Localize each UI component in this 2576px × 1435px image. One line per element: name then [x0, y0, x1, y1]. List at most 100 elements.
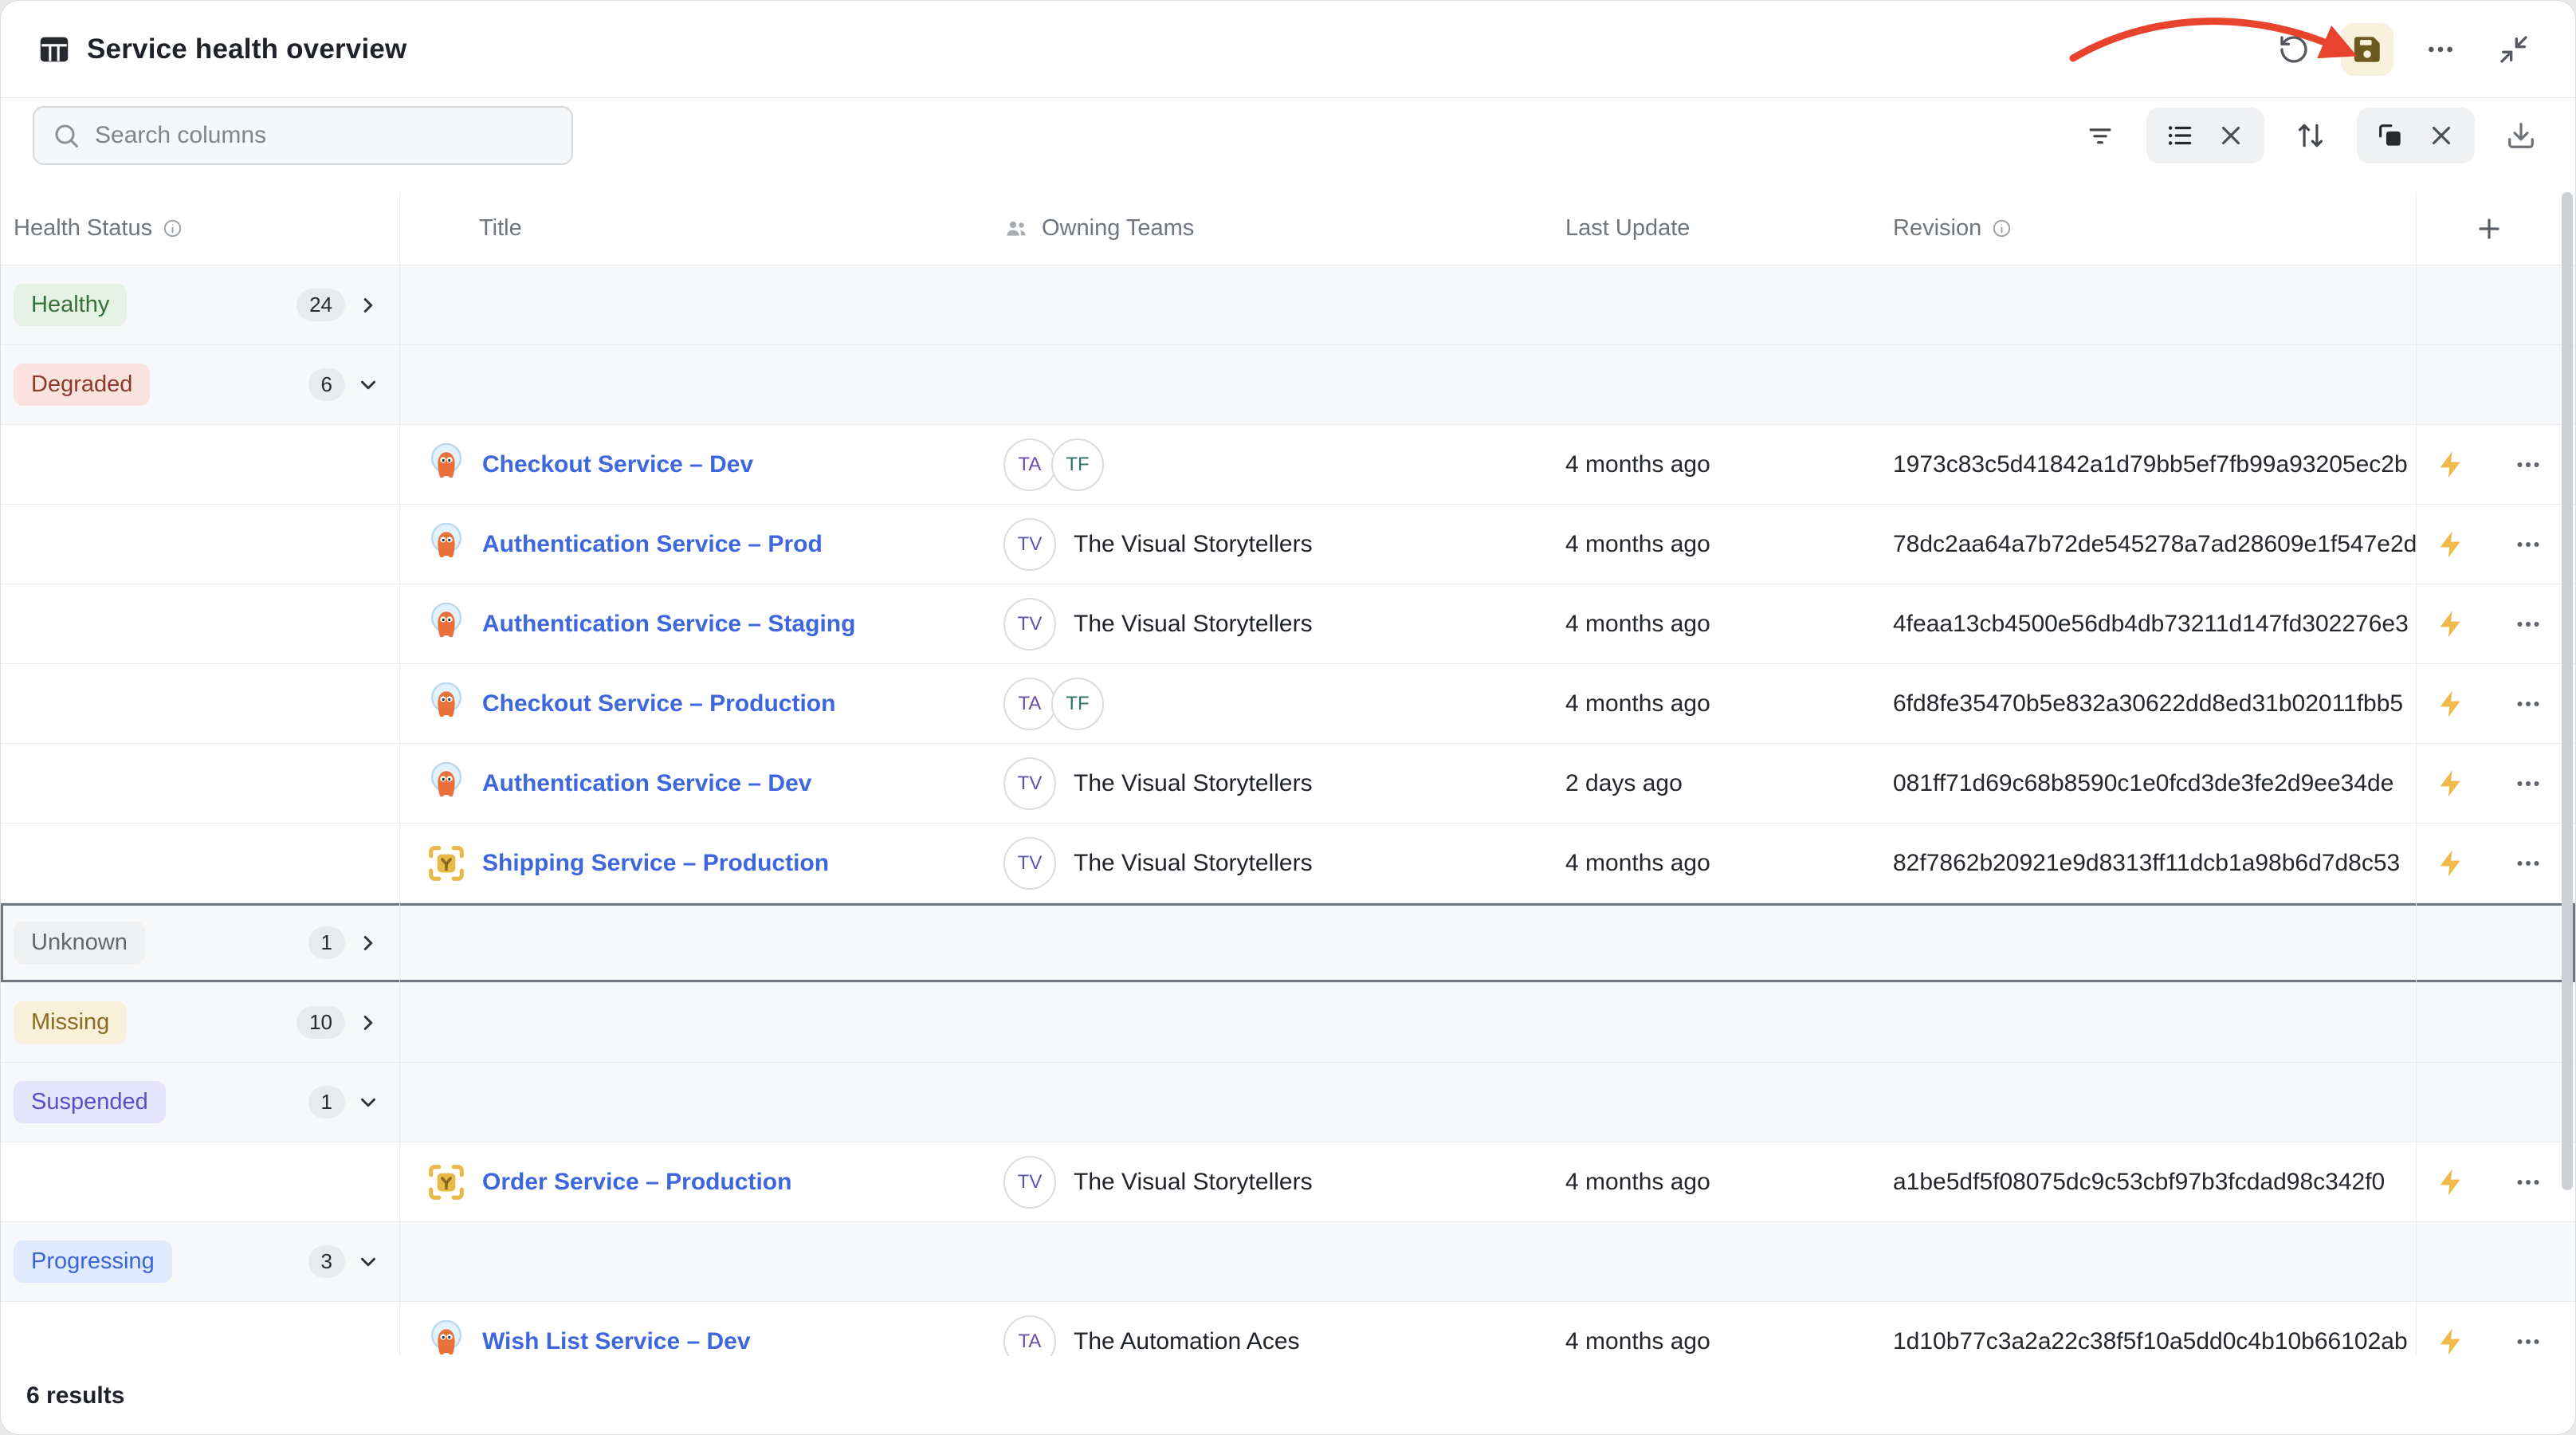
download-button[interactable] — [2499, 113, 2543, 158]
group-row-healthy[interactable]: Healthy 24 — [1, 265, 2575, 345]
row-menu-button[interactable] — [2511, 766, 2546, 801]
run-action-button[interactable] — [2433, 1164, 2469, 1201]
service-title-link[interactable]: Authentication Service – Staging — [482, 611, 855, 638]
group-row-progressing[interactable]: Progressing 3 — [1, 1222, 2575, 1302]
table-widget-icon — [36, 31, 73, 68]
team-avatar[interactable]: TV — [1003, 757, 1056, 810]
group-by-icon — [2375, 120, 2405, 151]
more-horizontal-icon — [2514, 769, 2543, 798]
services-table: Health Status Title Owning Teams Last Up… — [1, 192, 2575, 1356]
team-avatar[interactable]: TF — [1051, 678, 1104, 730]
collapse-button[interactable] — [2488, 23, 2540, 76]
chevron-right-icon[interactable] — [356, 293, 380, 317]
team-avatar[interactable]: TV — [1003, 518, 1056, 571]
row-menu-button[interactable] — [2511, 686, 2546, 721]
team-avatar[interactable]: TA — [1003, 678, 1056, 730]
row-menu-button[interactable] — [2511, 527, 2546, 562]
undo-button[interactable] — [2268, 23, 2320, 76]
service-title-link[interactable]: Order Service – Production — [482, 1169, 791, 1196]
save-button[interactable] — [2341, 23, 2393, 76]
service-title-link[interactable]: Shipping Service – Production — [482, 850, 829, 877]
group-by-button[interactable] — [2368, 113, 2413, 158]
service-title-link[interactable]: Wish List Service – Dev — [482, 1328, 751, 1355]
list-view-button[interactable] — [2158, 113, 2202, 158]
scrollbar-thumb[interactable] — [2562, 192, 2573, 1190]
lightning-icon — [2435, 529, 2467, 560]
team-name: The Visual Storytellers — [1074, 850, 1313, 877]
column-header-title: Title — [423, 192, 522, 265]
add-column-button[interactable] — [2474, 214, 2504, 244]
sort-button[interactable] — [2288, 113, 2333, 158]
view-pill — [2146, 108, 2264, 163]
info-icon[interactable] — [162, 218, 183, 239]
chevron-right-icon[interactable] — [356, 931, 380, 955]
run-action-button[interactable] — [2433, 526, 2469, 563]
service-row: Shipping Service – Production TV The Vis… — [1, 824, 2575, 903]
chevron-down-icon[interactable] — [356, 1091, 380, 1115]
more-options-button[interactable] — [2414, 23, 2467, 76]
column-label: Title — [479, 215, 522, 242]
info-icon[interactable] — [1991, 218, 2012, 239]
team-name: The Visual Storytellers — [1074, 611, 1313, 638]
team-avatar[interactable]: TA — [1003, 1315, 1056, 1357]
service-title-link[interactable]: Checkout Service – Dev — [482, 451, 753, 478]
service-title-link[interactable]: Authentication Service – Dev — [482, 770, 811, 797]
sort-icon — [2295, 120, 2326, 151]
team-name: The Visual Storytellers — [1074, 1169, 1313, 1196]
squid-service-icon — [423, 521, 469, 568]
team-avatar[interactable]: TV — [1003, 598, 1056, 651]
team-avatar[interactable]: TA — [1003, 438, 1056, 491]
clear-list-view-button[interactable] — [2209, 113, 2253, 158]
lightning-icon — [2435, 847, 2467, 879]
last-update-value: 4 months ago — [1565, 1302, 1710, 1356]
row-menu-button[interactable] — [2511, 846, 2546, 881]
avatar-initials: TV — [1018, 773, 1043, 795]
group-row-unknown[interactable]: Unknown 1 — [1, 903, 2575, 983]
revision-value: 081ff71d69c68b8590c1e0fcd3de3fe2d9ee34de — [1893, 744, 2393, 823]
revision-value: 4feaa13cb4500e56db4db73211d147fd302276e3 — [1893, 584, 2409, 663]
revision-value: 78dc2aa64a7b72de545278a7ad28609e1f547e2d — [1893, 505, 2417, 584]
service-row: Order Service – Production TV The Visual… — [1, 1142, 2575, 1222]
page-title: Service health overview — [87, 33, 406, 65]
run-action-button[interactable] — [2433, 765, 2469, 802]
team-avatar[interactable]: TF — [1051, 438, 1104, 491]
service-row: Wish List Service – Dev TA The Automatio… — [1, 1302, 2575, 1356]
service-title-link[interactable]: Authentication Service – Prod — [482, 531, 823, 558]
team-avatar[interactable]: TV — [1003, 837, 1056, 890]
column-divider — [399, 192, 400, 1356]
row-menu-button[interactable] — [2511, 1324, 2546, 1357]
filter-button[interactable] — [2078, 113, 2122, 158]
widget-titlebar: Service health overview — [1, 1, 2575, 98]
chevron-right-icon[interactable] — [356, 1011, 380, 1035]
more-horizontal-icon — [2514, 849, 2543, 878]
vertical-scrollbar[interactable] — [2561, 192, 2574, 1356]
avatar-initials: TF — [1066, 454, 1089, 476]
row-menu-button[interactable] — [2511, 607, 2546, 642]
run-action-button[interactable] — [2433, 1323, 2469, 1357]
run-action-button[interactable] — [2433, 606, 2469, 643]
run-action-button[interactable] — [2433, 446, 2469, 483]
row-menu-button[interactable] — [2511, 447, 2546, 482]
team-avatar[interactable]: TV — [1003, 1156, 1056, 1209]
revision-value: 1973c83c5d41842a1d79bb5ef7fb99a93205ec2b — [1893, 425, 2408, 504]
group-row-degraded[interactable]: Degraded 6 — [1, 345, 2575, 425]
close-icon — [2426, 120, 2456, 151]
service-row: Authentication Service – Staging TV The … — [1, 584, 2575, 664]
status-badge: Unknown — [14, 922, 145, 964]
run-action-button[interactable] — [2433, 686, 2469, 722]
table-header-row: Health Status Title Owning Teams Last Up… — [1, 192, 2575, 265]
group-row-missing[interactable]: Missing 10 — [1, 983, 2575, 1063]
avatar-initials: TA — [1019, 693, 1042, 715]
status-badge: Suspended — [14, 1081, 166, 1123]
service-title-link[interactable]: Checkout Service – Production — [482, 690, 835, 718]
clear-group-by-button[interactable] — [2419, 113, 2464, 158]
search-input[interactable] — [93, 121, 554, 150]
search-icon — [52, 121, 80, 150]
service-row: Authentication Service – Dev TV The Visu… — [1, 744, 2575, 824]
row-menu-button[interactable] — [2511, 1165, 2546, 1200]
group-row-suspended[interactable]: Suspended 1 — [1, 1063, 2575, 1142]
chevron-down-icon[interactable] — [356, 1250, 380, 1274]
chevron-down-icon[interactable] — [356, 373, 380, 397]
package-service-icon — [423, 840, 469, 887]
run-action-button[interactable] — [2433, 845, 2469, 882]
